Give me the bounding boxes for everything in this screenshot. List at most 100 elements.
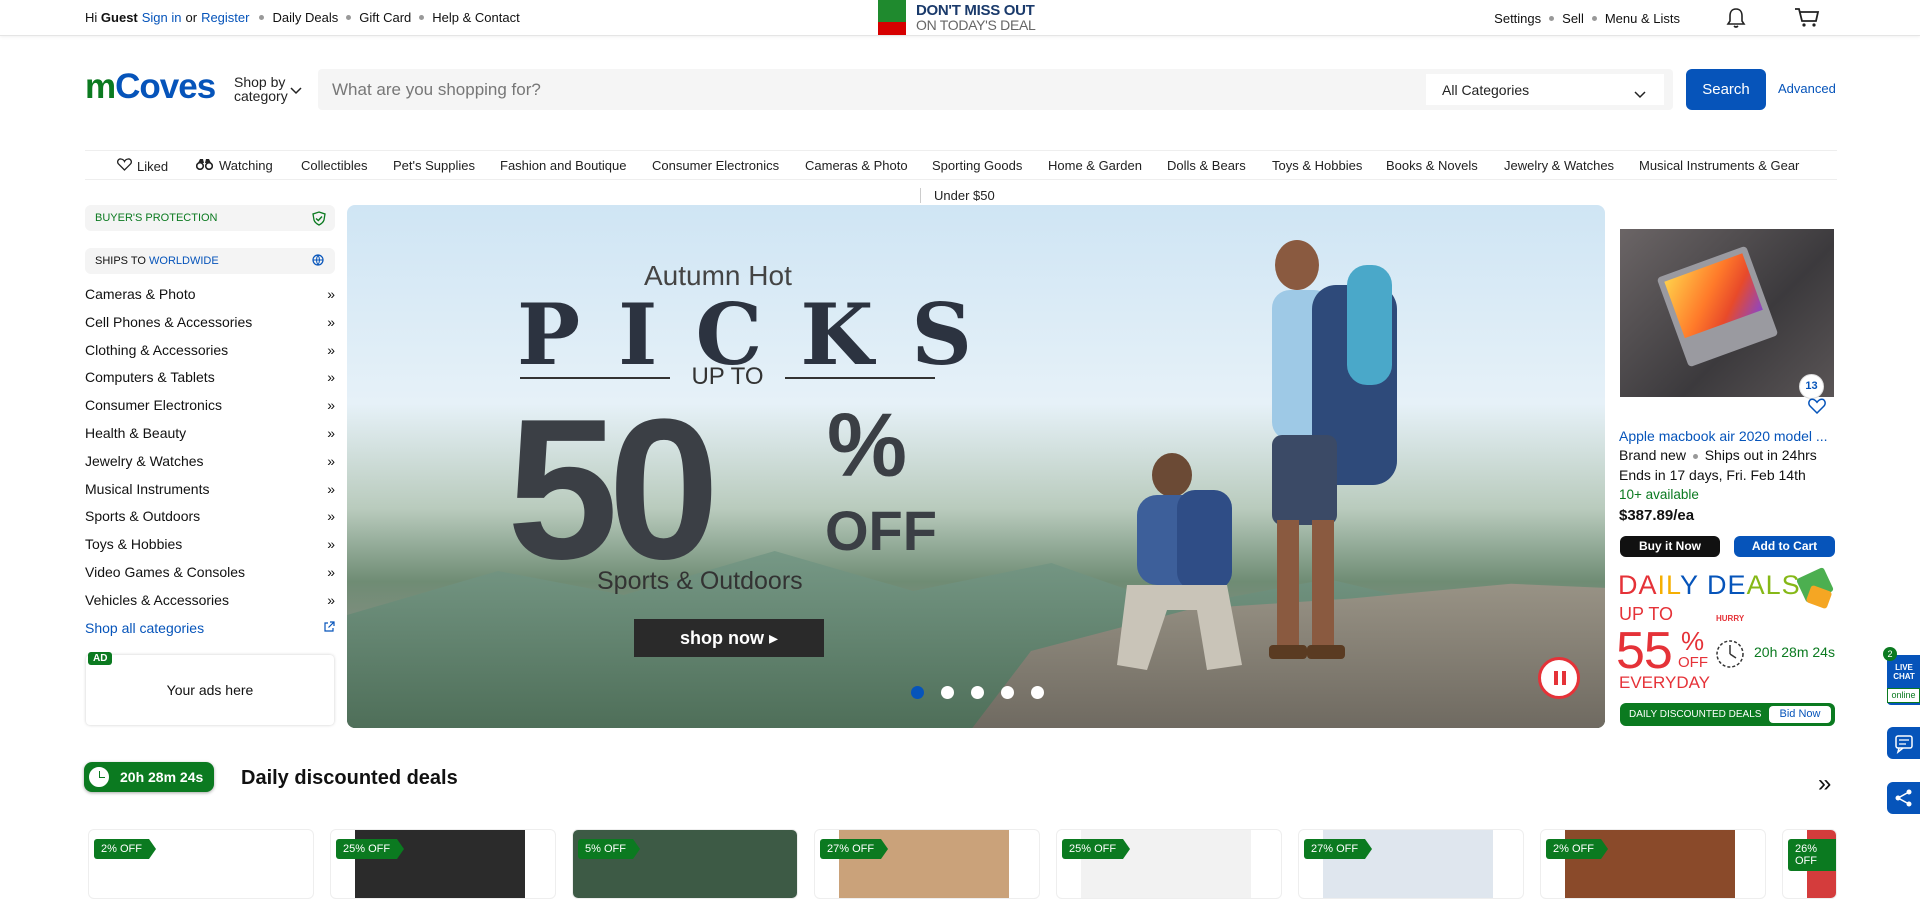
chevron-right-icon: » bbox=[327, 563, 335, 580]
sidebar-category-item[interactable]: Cameras & Photo » bbox=[85, 286, 337, 314]
gift-card-link[interactable]: Gift Card bbox=[359, 10, 411, 25]
buyer-protection-label: BUYER'S PROTECTION bbox=[95, 212, 218, 224]
live-chat-label: LIVE CHAT bbox=[1893, 663, 1915, 681]
discount-badge: 2% OFF bbox=[94, 839, 156, 859]
daily-deals-percent: % bbox=[1681, 626, 1705, 656]
category-label: Consumer Electronics bbox=[85, 397, 222, 414]
deal-card[interactable]: 25% OFF bbox=[330, 829, 556, 899]
logo-coves: Coves bbox=[115, 67, 216, 106]
deal-card[interactable]: 27% OFF bbox=[1298, 829, 1524, 899]
heart-icon[interactable] bbox=[1808, 398, 1826, 419]
advanced-search-link[interactable]: Advanced bbox=[1778, 81, 1836, 96]
nav-item-sporting-goods[interactable]: Sporting Goods bbox=[932, 158, 1022, 173]
carousel-dot[interactable] bbox=[971, 686, 984, 699]
bell-icon[interactable] bbox=[1726, 7, 1746, 34]
deal-card[interactable]: 5% OFF bbox=[572, 829, 798, 899]
daily-deals-off: OFF bbox=[1678, 654, 1708, 671]
sidebar-category-item[interactable]: Consumer Electronics » bbox=[85, 397, 337, 425]
nav-watching[interactable]: Watching bbox=[195, 158, 273, 173]
hero-shop-now-button[interactable]: shop now ▸ bbox=[634, 619, 824, 657]
discount-badge: 2% OFF bbox=[1546, 839, 1608, 859]
chevron-right-icon: » bbox=[327, 591, 335, 608]
carousel-dot[interactable] bbox=[1031, 686, 1044, 699]
ships-to-badge[interactable]: SHIPS TO WORLDWIDE bbox=[85, 248, 335, 274]
deals-timer-text: 20h 28m 24s bbox=[120, 769, 204, 785]
deal-card[interactable]: 27% OFF bbox=[814, 829, 1040, 899]
deal-card[interactable]: 26% OFF bbox=[1782, 829, 1837, 899]
live-chat-status: online bbox=[1887, 688, 1920, 703]
feedback-icon[interactable] bbox=[1887, 727, 1920, 759]
sidebar-category-item[interactable]: Computers & Tablets » bbox=[85, 369, 337, 397]
product-image[interactable] bbox=[1620, 229, 1834, 397]
nav-item-home-garden[interactable]: Home & Garden bbox=[1048, 158, 1142, 173]
category-list: Cameras & Photo » Cell Phones & Accessori… bbox=[85, 286, 337, 647]
greeting-user: Guest bbox=[100, 10, 138, 25]
shop-all-categories-link[interactable]: Shop all categories bbox=[85, 620, 337, 648]
product-title-link[interactable]: Apple macbook air 2020 model ... bbox=[1619, 428, 1837, 444]
carousel-dot[interactable] bbox=[941, 686, 954, 699]
site-logo[interactable]: mCoves bbox=[85, 67, 216, 107]
settings-link[interactable]: Settings bbox=[1494, 11, 1541, 26]
nav-item-fashion[interactable]: Fashion and Boutique bbox=[500, 158, 626, 173]
nav-item-musical-instruments[interactable]: Musical Instruments & Gear bbox=[1639, 158, 1799, 173]
deal-card[interactable]: 25% OFF bbox=[1056, 829, 1282, 899]
nav-item-pets-supplies[interactable]: Pet's Supplies bbox=[393, 158, 475, 173]
chevron-right-icon: » bbox=[327, 369, 335, 386]
sign-in-link[interactable]: Sign in bbox=[142, 10, 182, 25]
deal-card[interactable]: 2% OFF bbox=[1540, 829, 1766, 899]
product-shipping: Ships out in 24hrs bbox=[1704, 447, 1817, 463]
carousel-dot[interactable] bbox=[1001, 686, 1014, 699]
buy-it-now-button[interactable]: Buy it Now bbox=[1620, 536, 1720, 557]
promo-banner[interactable]: DON'T MISS OUT ON TODAY'S DEAL bbox=[878, 0, 1036, 35]
register-link[interactable]: Register bbox=[201, 10, 249, 25]
sidebar-category-item[interactable]: Sports & Outdoors » bbox=[85, 508, 337, 536]
category-select[interactable]: All Categories bbox=[1426, 74, 1664, 105]
sell-link[interactable]: Sell bbox=[1562, 11, 1584, 26]
category-label: Musical Instruments bbox=[85, 480, 210, 497]
nav-item-consumer-electronics[interactable]: Consumer Electronics bbox=[652, 158, 779, 173]
chevron-right-icon: » bbox=[327, 508, 335, 525]
share-icon[interactable] bbox=[1887, 782, 1920, 814]
sidebar-category-item[interactable]: Musical Instruments » bbox=[85, 481, 337, 509]
nav-liked[interactable]: Liked bbox=[117, 158, 168, 174]
buyer-protection-badge[interactable]: BUYER'S PROTECTION bbox=[85, 205, 335, 231]
discount-badge: 27% OFF bbox=[820, 839, 889, 859]
hero-carousel[interactable]: Autumn Hot PICKS UP TO 50 % OFF Sports &… bbox=[347, 205, 1605, 728]
nav-item-toys-hobbies[interactable]: Toys & Hobbies bbox=[1272, 158, 1362, 173]
sidebar-category-item[interactable]: Jewelry & Watches » bbox=[85, 453, 337, 481]
cart-icon[interactable] bbox=[1794, 7, 1820, 34]
sidebar-category-item[interactable]: Toys & Hobbies » bbox=[85, 536, 337, 564]
nav-item-books-novels[interactable]: Books & Novels bbox=[1386, 158, 1478, 173]
nav-item-under-50[interactable]: Under $50 bbox=[920, 188, 995, 203]
daily-deals-link[interactable]: Daily Deals bbox=[272, 10, 338, 25]
sidebar-category-item[interactable]: Cell Phones & Accessories » bbox=[85, 314, 337, 342]
search-input[interactable] bbox=[318, 69, 1418, 110]
category-label: Jewelry & Watches bbox=[85, 452, 204, 469]
sidebar-category-item[interactable]: Health & Beauty » bbox=[85, 425, 337, 453]
carousel-dot[interactable] bbox=[911, 686, 924, 699]
nav-item-cameras[interactable]: Cameras & Photo bbox=[805, 158, 908, 173]
daily-deals-title[interactable]: DAILY DEALS bbox=[1618, 570, 1801, 601]
deal-card[interactable]: 2% OFF bbox=[88, 829, 314, 899]
bid-now-button[interactable]: Bid Now bbox=[1769, 706, 1831, 723]
sidebar-category-item[interactable]: Clothing & Accessories » bbox=[85, 342, 337, 370]
sidebar-category-item[interactable]: Vehicles & Accessories » bbox=[85, 592, 337, 620]
or-text: or bbox=[185, 10, 198, 25]
chevron-right-icon: » bbox=[327, 341, 335, 358]
sidebar-category-item[interactable]: Video Games & Consoles » bbox=[85, 564, 337, 592]
hero-hiker-standing bbox=[1269, 240, 1397, 659]
nav-item-jewelry-watches[interactable]: Jewelry & Watches bbox=[1504, 158, 1614, 173]
deals-more-arrow[interactable]: » bbox=[1818, 770, 1831, 798]
ad-slot[interactable]: AD Your ads here bbox=[86, 652, 334, 725]
search-button[interactable]: Search bbox=[1686, 69, 1766, 110]
add-to-cart-button[interactable]: Add to Cart bbox=[1734, 536, 1835, 557]
help-contact-link[interactable]: Help & Contact bbox=[432, 10, 519, 25]
shop-by-category-button[interactable]: Shop by category bbox=[234, 75, 302, 103]
nav-liked-label: Liked bbox=[137, 158, 169, 174]
nav-item-collectibles[interactable]: Collectibles bbox=[301, 158, 367, 173]
hurry-label: HURRY bbox=[1716, 614, 1745, 623]
stopwatch-icon bbox=[1712, 634, 1748, 675]
nav-item-dolls-bears[interactable]: Dolls & Bears bbox=[1167, 158, 1246, 173]
pause-icon[interactable] bbox=[1538, 657, 1580, 699]
menu-lists-link[interactable]: Menu & Lists bbox=[1605, 11, 1680, 26]
